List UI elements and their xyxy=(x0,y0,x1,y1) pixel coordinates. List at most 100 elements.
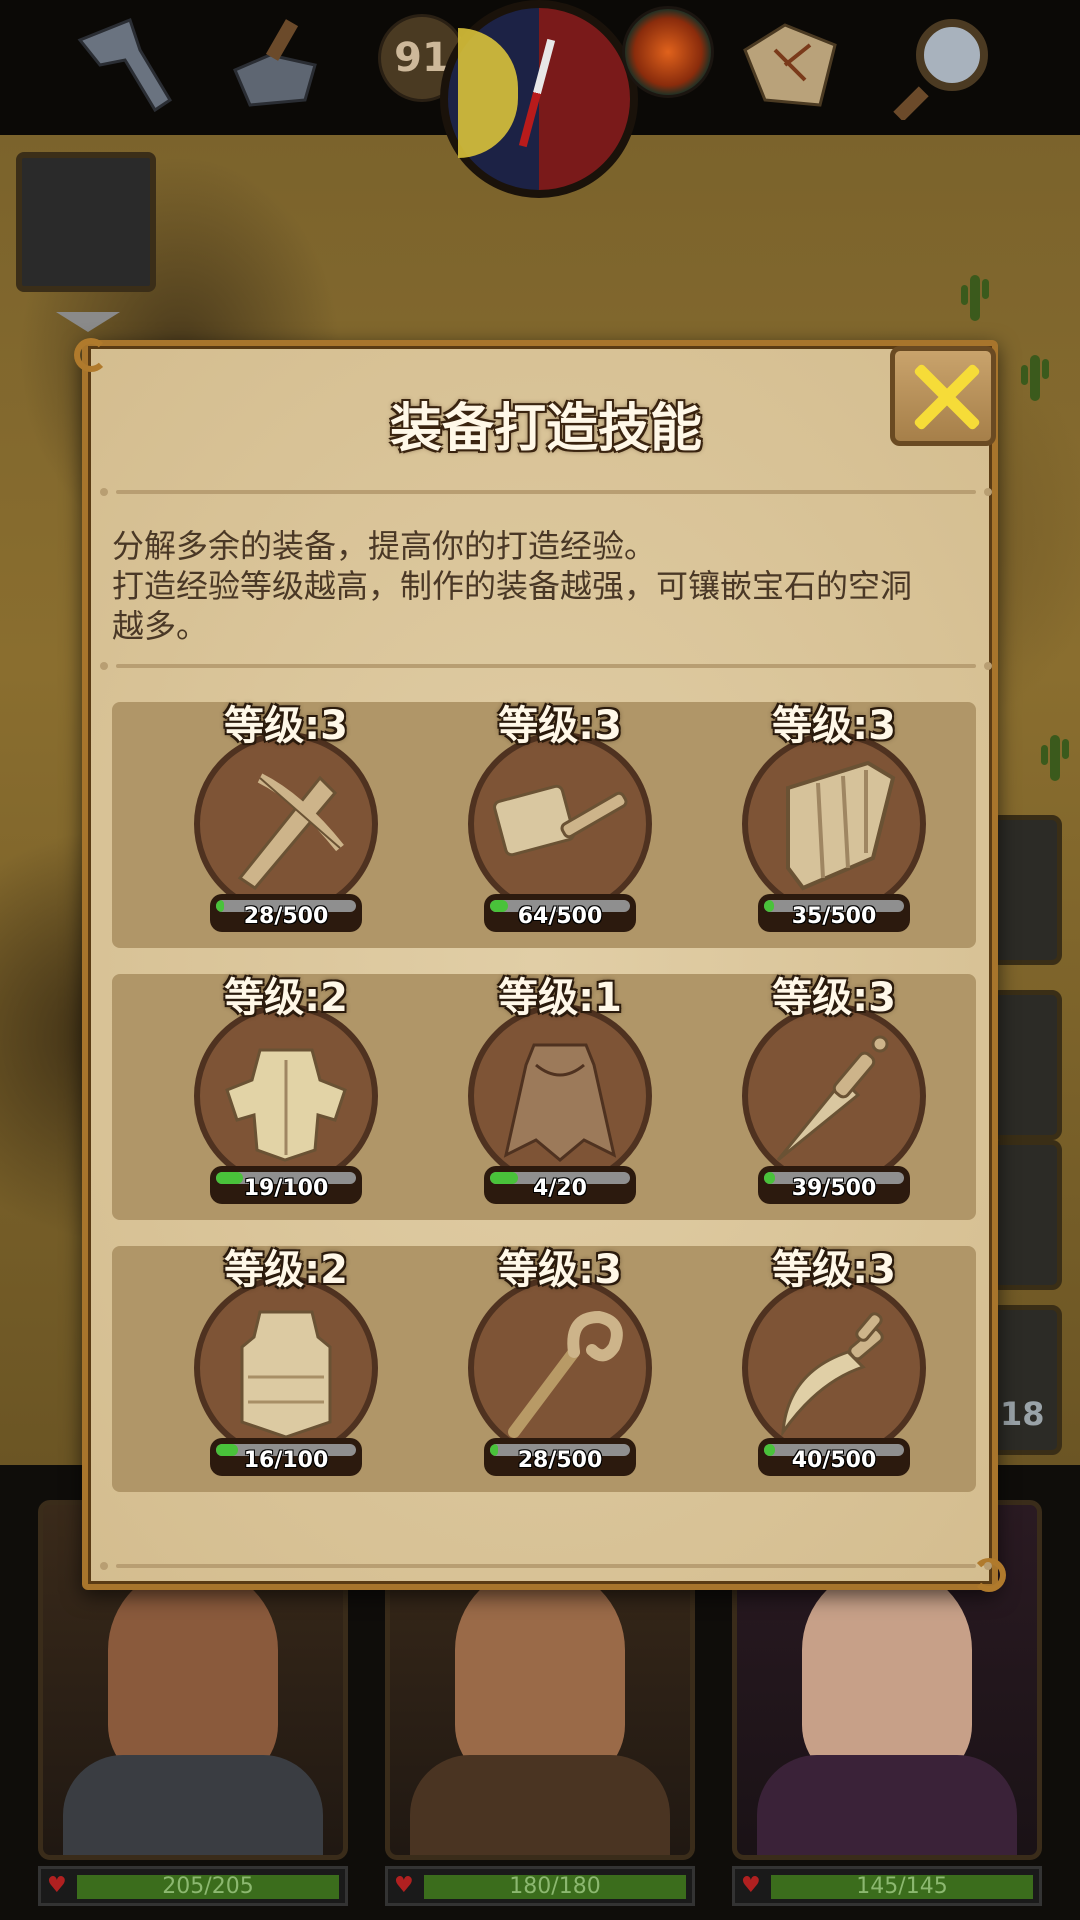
hero-outfit xyxy=(757,1755,1017,1855)
heart-icon: ♥ xyxy=(47,1873,67,1898)
shield-icon xyxy=(786,760,896,891)
divider xyxy=(100,1562,992,1570)
hp-value: 205/205 xyxy=(162,1874,254,1899)
side-count: 18 xyxy=(1000,1395,1045,1433)
minimap[interactable] xyxy=(16,152,156,292)
skill-level: 等级:3 xyxy=(772,703,896,749)
dialog-description: 分解多余的装备，提高你的打造经验。 打造经验等级越高，制作的装备越强，可镶嵌宝石… xyxy=(112,526,982,646)
skill-slot-plate-armor[interactable]: 等级:2 19/100 xyxy=(176,974,396,1220)
skill-icon-circle[interactable] xyxy=(468,1276,652,1460)
side-card[interactable] xyxy=(990,990,1062,1140)
progress-text: 4/20 xyxy=(533,1176,587,1201)
breastplate-icon xyxy=(240,1310,332,1439)
skill-row: 等级:2 19/100 等级:1 4/20 等级:3 39/500 xyxy=(112,974,976,1220)
skill-icon-circle[interactable] xyxy=(742,732,926,916)
close-button[interactable] xyxy=(890,346,996,446)
skill-slot-hammer[interactable]: 等级:3 64/500 xyxy=(450,702,670,948)
dagger-icon xyxy=(776,1035,889,1162)
skill-icon-circle[interactable] xyxy=(742,1276,926,1460)
treasure-map-icon[interactable] xyxy=(735,10,845,120)
hp-value: 180/180 xyxy=(509,1874,601,1899)
skill-level: 等级:3 xyxy=(772,1247,896,1293)
pickaxe-icon[interactable] xyxy=(70,10,180,120)
skill-level: 等级:2 xyxy=(224,975,348,1021)
hero-hp-bar: ♥ 180/180 xyxy=(385,1866,695,1906)
skill-slot-breastplate[interactable]: 等级:2 16/100 xyxy=(176,1246,396,1492)
skill-progress: 64/500 xyxy=(484,894,636,932)
chevron-down-icon[interactable] xyxy=(56,312,120,332)
skill-icon-circle[interactable] xyxy=(194,1004,378,1188)
skill-row: 等级:2 16/100 等级:3 28/500 等级:3 40/500 xyxy=(112,1246,976,1492)
heart-icon: ♥ xyxy=(394,1873,414,1898)
description-line: 越多。 xyxy=(112,607,209,645)
skill-icon-circle[interactable] xyxy=(468,732,652,916)
skill-level: 等级:2 xyxy=(224,1247,348,1293)
hero-robe xyxy=(410,1755,670,1855)
staff-icon xyxy=(508,1310,623,1438)
hero-portrait xyxy=(455,1565,625,1785)
crafting-skill-dialog: 装备打造技能 分解多余的装备，提高你的打造经验。 打造经验等级越高，制作的装备越… xyxy=(74,338,1006,1592)
heart-icon: ♥ xyxy=(741,1873,761,1898)
curved-blade-icon xyxy=(781,1312,884,1438)
crossbow-icon xyxy=(237,773,344,890)
skill-slot-cloak[interactable]: 等级:1 4/20 xyxy=(450,974,670,1220)
skill-level: 等级:1 xyxy=(498,975,622,1021)
skill-progress: 16/100 xyxy=(210,1438,362,1476)
divider xyxy=(100,488,992,496)
progress-text: 28/500 xyxy=(517,1448,603,1473)
skill-progress: 19/100 xyxy=(210,1166,362,1204)
skill-level: 等级:3 xyxy=(224,703,348,749)
skill-progress: 39/500 xyxy=(758,1166,910,1204)
day-night-compass[interactable] xyxy=(440,0,638,198)
skill-row: 等级:3 28/500 等级:3 64/500 等级:3 35/500 xyxy=(112,702,976,948)
cactus-icon xyxy=(961,275,989,321)
compass-needle xyxy=(518,38,556,148)
anvil-icon[interactable] xyxy=(220,10,330,120)
skill-level: 等级:3 xyxy=(498,1247,622,1293)
skill-progress: 40/500 xyxy=(758,1438,910,1476)
skill-icon-circle[interactable] xyxy=(742,1004,926,1188)
dialog-title: 装备打造技能 xyxy=(389,399,702,459)
progress-text: 40/500 xyxy=(791,1448,877,1473)
skill-progress: 4/20 xyxy=(484,1166,636,1204)
hero-hp-bar: ♥ 205/205 xyxy=(38,1866,348,1906)
skill-icon-circle[interactable] xyxy=(194,1276,378,1460)
hp-value: 145/145 xyxy=(856,1874,948,1899)
cactus-icon xyxy=(1021,355,1049,401)
progress-text: 28/500 xyxy=(243,904,329,929)
hero-armor xyxy=(63,1755,323,1855)
progress-text: 39/500 xyxy=(791,1176,877,1201)
top-toolbar: 91 xyxy=(0,0,1080,198)
corner-ornament xyxy=(74,338,108,372)
skill-progress: 28/500 xyxy=(484,1438,636,1476)
skill-slot-shield[interactable]: 等级:3 35/500 xyxy=(724,702,944,948)
skill-level: 等级:3 xyxy=(772,975,896,1021)
skill-slot-crossbow[interactable]: 等级:3 28/500 xyxy=(176,702,396,948)
cloak-icon xyxy=(503,1043,617,1162)
progress-text: 19/100 xyxy=(243,1176,329,1201)
cactus-icon xyxy=(1041,735,1069,781)
hero-hp-bar: ♥ 145/145 xyxy=(732,1866,1042,1906)
divider xyxy=(100,662,992,670)
hero-portrait xyxy=(802,1565,972,1785)
side-card[interactable] xyxy=(990,815,1062,965)
magnifier-icon[interactable] xyxy=(890,10,1000,120)
skill-level: 等级:3 xyxy=(498,703,622,749)
side-card[interactable] xyxy=(990,1140,1062,1290)
skill-icon-circle[interactable] xyxy=(194,732,378,916)
skill-slot-staff[interactable]: 等级:3 28/500 xyxy=(450,1246,670,1492)
skill-progress: 35/500 xyxy=(758,894,910,932)
progress-text: 64/500 xyxy=(517,904,603,929)
description-line: 分解多余的装备，提高你的打造经验。 xyxy=(112,527,657,565)
skill-progress: 28/500 xyxy=(210,894,362,932)
skill-slot-dagger[interactable]: 等级:3 39/500 xyxy=(724,974,944,1220)
progress-text: 16/100 xyxy=(243,1448,329,1473)
progress-text: 35/500 xyxy=(791,904,877,929)
campfire-icon[interactable] xyxy=(622,6,714,98)
moon-icon xyxy=(458,28,518,158)
plate-armor-icon xyxy=(225,1048,347,1162)
skill-icon-circle[interactable] xyxy=(468,1004,652,1188)
hero-portrait xyxy=(108,1565,278,1785)
skill-slot-curved-blade[interactable]: 等级:3 40/500 xyxy=(724,1246,944,1492)
hammer-icon xyxy=(493,784,628,857)
